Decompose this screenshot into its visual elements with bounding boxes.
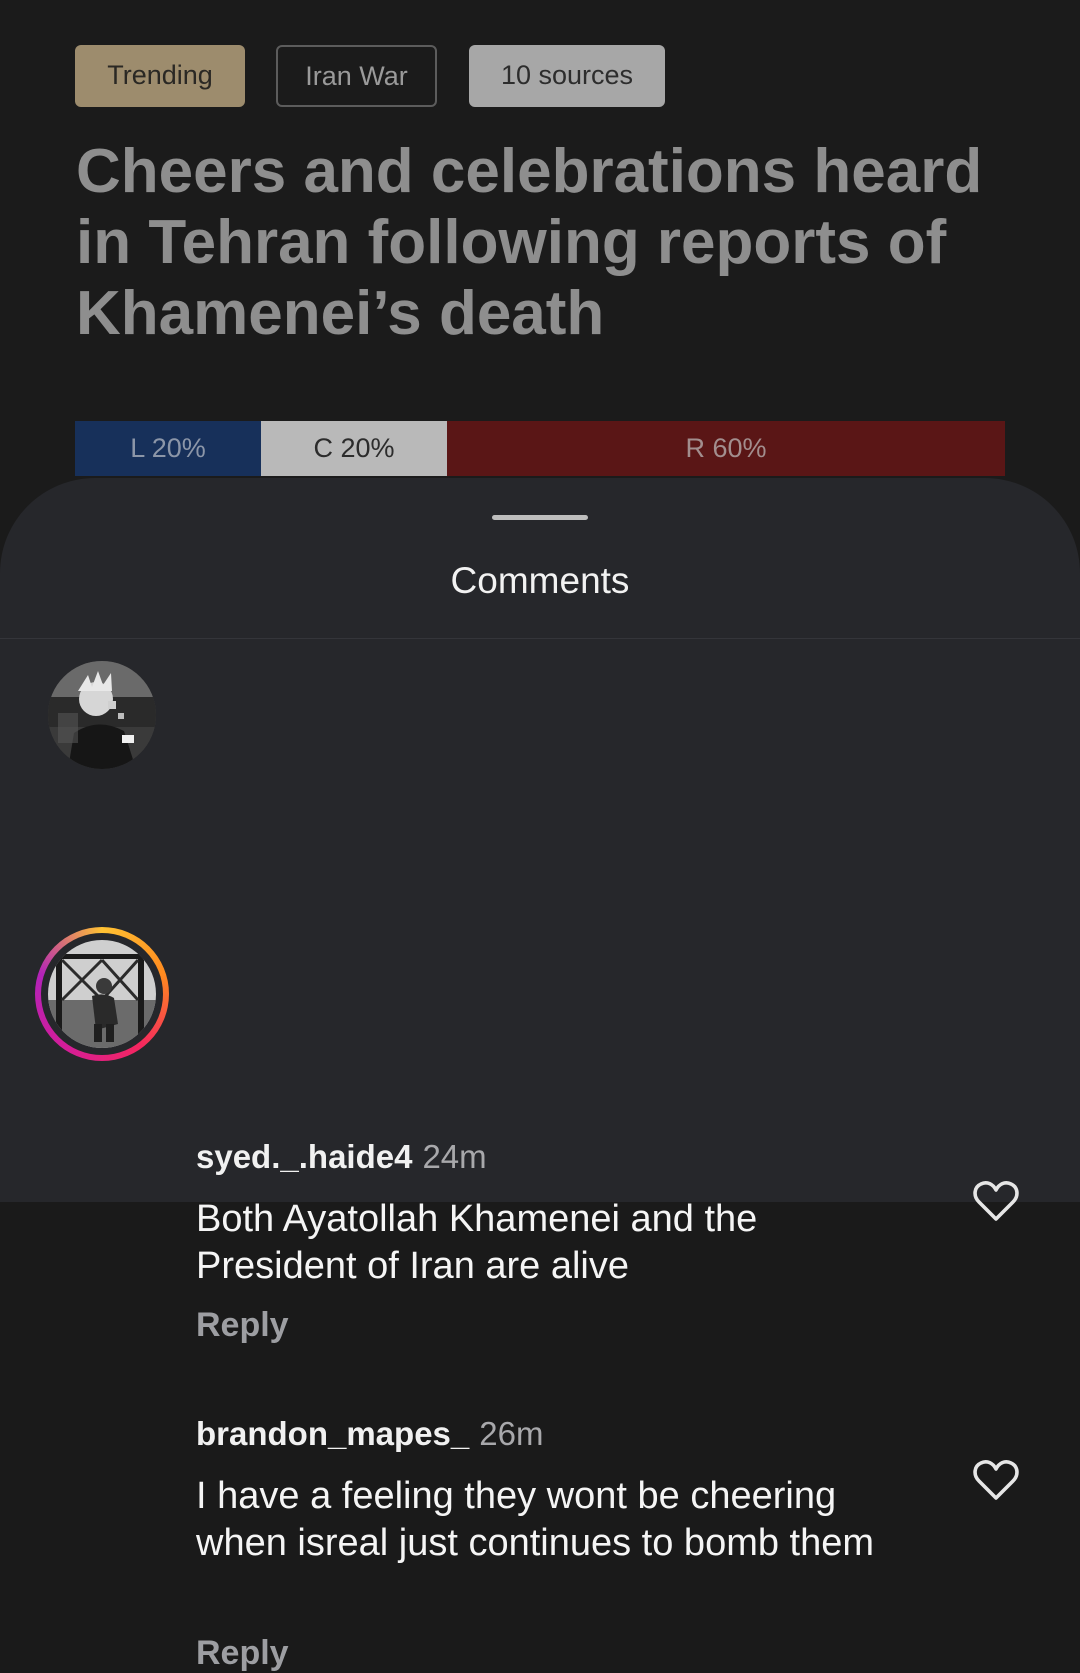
article-headline[interactable]: Cheers and celebrations heard in Tehran … xyxy=(76,136,1016,349)
bias-distribution-bar[interactable]: L 20% C 20% R 60% xyxy=(75,421,1005,476)
bias-right-segment: R 60% xyxy=(447,421,1005,476)
reply-button[interactable]: Reply xyxy=(196,1633,289,1673)
comments-sheet: Comments syed._.haide4 24m Both Ayatollah… xyxy=(0,478,1080,1672)
trending-tag[interactable]: Trending xyxy=(75,45,245,107)
username-text[interactable]: syed._.haide4 xyxy=(196,1138,412,1175)
comment-timestamp: 24m xyxy=(422,1138,487,1175)
comment-text: Both Ayatollah Khamenei and the Presiden… xyxy=(196,1198,758,1287)
comment-timestamp: 26m xyxy=(479,1415,544,1452)
heart-icon[interactable] xyxy=(972,1179,1020,1223)
heart-icon[interactable] xyxy=(972,1458,1020,1502)
sources-tag[interactable]: 10 sources xyxy=(469,45,665,107)
topic-tag[interactable]: Iran War xyxy=(276,45,437,107)
avatar-image xyxy=(48,661,156,769)
comment-username[interactable]: syed._.haide4 24m xyxy=(196,1137,487,1177)
comment-username[interactable]: brandon_mapes_ 26m xyxy=(196,1414,543,1454)
comments-title: Comments xyxy=(450,560,630,601)
comment-text: I have a feeling they wont be cheering w… xyxy=(196,1475,875,1564)
avatar[interactable] xyxy=(48,661,156,769)
username-text[interactable]: brandon_mapes_ xyxy=(196,1415,469,1452)
bias-center-segment: C 20% xyxy=(261,421,447,476)
sheet-drag-handle[interactable] xyxy=(492,515,588,520)
reply-button[interactable]: Reply xyxy=(196,1305,289,1345)
article-background: Trending Iran War 10 sources Cheers and … xyxy=(0,0,1080,520)
avatar[interactable] xyxy=(48,940,156,1048)
avatar-image xyxy=(48,940,156,1048)
divider xyxy=(0,638,1080,639)
bias-left-segment: L 20% xyxy=(75,421,261,476)
